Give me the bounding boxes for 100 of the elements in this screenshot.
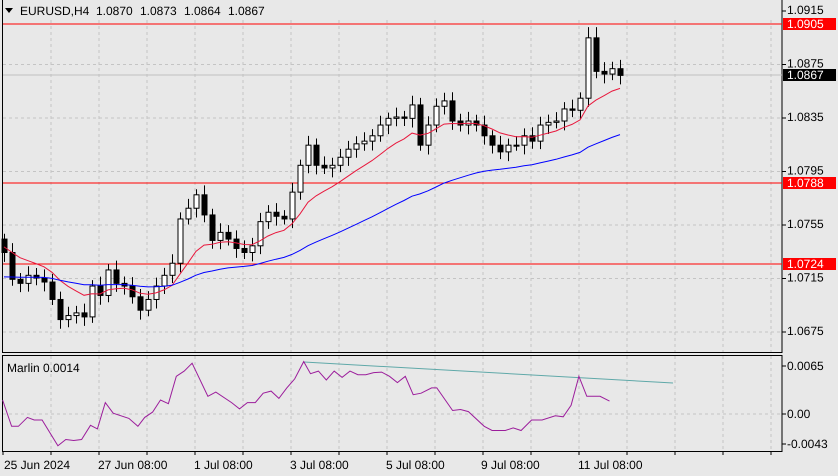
axis-label: 1.0875 (787, 56, 824, 70)
candle (170, 254, 176, 284)
candle (618, 59, 624, 85)
candle (130, 276, 136, 304)
candle (98, 276, 104, 306)
candle (546, 114, 552, 135)
candle (370, 128, 376, 152)
time-label: 11 Jul 08:00 (578, 458, 642, 472)
axis-label: -0.0043 (787, 437, 828, 451)
candle (466, 111, 472, 135)
candle (274, 202, 280, 226)
candle (290, 182, 296, 229)
candle (282, 210, 288, 226)
axis-label: 1.0715 (787, 270, 824, 284)
axis-label: 1.0835 (787, 110, 824, 124)
candle (34, 267, 40, 286)
candle (250, 237, 256, 262)
candle (82, 303, 88, 326)
time-label: 25 Jun 2024 (4, 458, 70, 472)
price-tag: 1.0867 (783, 68, 836, 82)
candle (266, 204, 272, 230)
candle (498, 135, 504, 160)
candle (66, 306, 72, 328)
axis-label: 1.0755 (787, 217, 824, 231)
candle (474, 114, 480, 132)
candle (538, 116, 544, 150)
axis-label: 0.00 (787, 407, 810, 421)
candle (434, 98, 440, 133)
time-label: 9 Jul 08:00 (481, 458, 540, 472)
candle (306, 135, 312, 174)
candle (26, 266, 32, 292)
candle (234, 230, 240, 258)
candle (42, 268, 48, 292)
candle (594, 26, 600, 79)
candle (178, 212, 184, 273)
candle (138, 288, 144, 320)
candle (346, 140, 352, 166)
candle (330, 157, 336, 178)
candle (394, 107, 400, 127)
time-label: 3 Jul 08:00 (290, 458, 349, 472)
candle (58, 291, 64, 330)
candle (90, 280, 96, 324)
time-label: 27 Jun 08:00 (98, 458, 168, 472)
candle (362, 132, 368, 152)
candle (602, 62, 608, 84)
axis-label: 1.0675 (787, 324, 824, 338)
axis-label: 1.0795 (787, 164, 824, 178)
candle (186, 198, 192, 226)
indicator-label: Marlin 0.0014 (7, 361, 80, 375)
candle (210, 208, 216, 250)
candle (610, 61, 616, 81)
candle (570, 99, 576, 118)
candle (402, 110, 408, 126)
candle (194, 188, 200, 218)
candle (562, 102, 568, 131)
price-tag: 1.0905 (783, 17, 836, 31)
candle (106, 264, 112, 303)
candle (18, 272, 24, 293)
candle (258, 212, 264, 255)
candle (338, 148, 344, 173)
candle (218, 222, 224, 250)
candle (226, 224, 232, 246)
candle (450, 92, 456, 130)
price-value: 1.0870 (96, 4, 133, 18)
candle (482, 115, 488, 146)
axis-label: 0.0065 (787, 359, 824, 373)
candle (10, 242, 16, 286)
candle (410, 95, 416, 128)
symbol-label: EURUSD,H4 (20, 4, 90, 18)
price-value: 1.0864 (184, 4, 221, 18)
candle (50, 273, 56, 306)
candle (354, 136, 360, 158)
candle (162, 267, 168, 295)
time-label: 5 Jul 08:00 (386, 458, 445, 472)
candle (426, 116, 432, 155)
candle (242, 240, 248, 260)
candle (386, 112, 392, 135)
price-value: 1.0873 (140, 4, 177, 18)
candle (298, 159, 304, 200)
price-value: 1.0867 (228, 4, 265, 18)
candle (578, 92, 584, 120)
candle (506, 138, 512, 162)
candle (74, 305, 80, 324)
candle (146, 290, 152, 317)
dropdown-icon[interactable] (5, 8, 13, 13)
candle (514, 136, 520, 152)
candle (522, 128, 528, 155)
candle (378, 115, 384, 142)
candle (154, 277, 160, 309)
candle (202, 184, 208, 223)
candle (530, 126, 536, 150)
candle (490, 130, 496, 154)
axis-label: 1.0915 (787, 3, 824, 17)
candle (554, 112, 560, 129)
candle (114, 260, 120, 292)
price-tag: 1.0724 (783, 257, 836, 271)
candle (458, 113, 464, 132)
time-label: 1 Jul 08:00 (194, 458, 253, 472)
candle (314, 138, 320, 175)
candle (122, 276, 128, 296)
